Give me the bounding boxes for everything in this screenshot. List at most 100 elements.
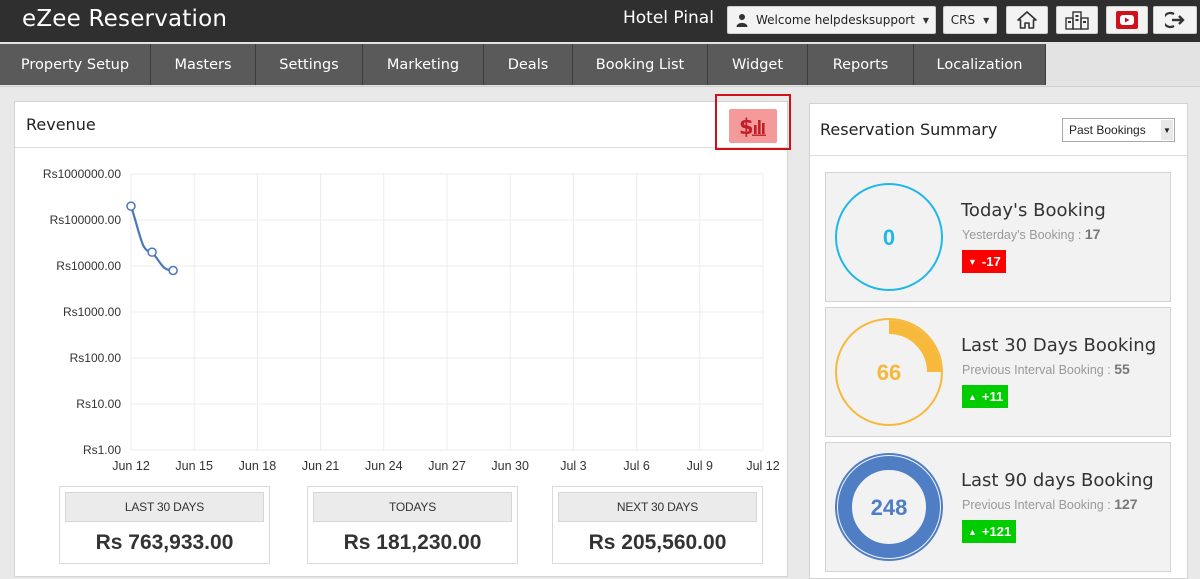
x-tick-label: Jul 3	[560, 459, 586, 473]
chevron-down-icon: ▼	[1161, 120, 1173, 140]
revenue-data-point	[147, 247, 157, 257]
stat-label: LAST 30 DAYS	[65, 492, 264, 522]
delta-value: +121	[981, 524, 1012, 539]
stat-todays: TODAYS Rs 181,230.00	[307, 486, 518, 564]
arrow-down-icon: ▼	[968, 256, 977, 267]
stat-label: TODAYS	[313, 492, 512, 522]
stat-value: Rs 181,230.00	[343, 531, 482, 554]
dollar-chart-icon: $	[739, 115, 766, 138]
booking-count: 66	[877, 360, 901, 385]
youtube-button[interactable]	[1106, 6, 1148, 34]
x-tick-label: Jun 24	[365, 459, 403, 473]
y-tick-label: Rs1000.00	[63, 305, 121, 319]
nav-widget[interactable]: Widget	[708, 44, 808, 85]
logout-button[interactable]	[1153, 6, 1197, 34]
user-icon	[736, 14, 748, 27]
svg-text:$: $	[739, 115, 754, 138]
arrow-up-icon: ▲	[968, 526, 977, 537]
revenue-title: Revenue	[26, 115, 96, 134]
home-button[interactable]	[1006, 6, 1048, 34]
stat-label: NEXT 30 DAYS	[558, 492, 757, 522]
nav-masters[interactable]: Masters	[151, 44, 256, 85]
delta-badge: ▼ -17	[962, 250, 1006, 273]
sub-label: Previous Interval Booking :	[962, 363, 1111, 377]
sub-label: Yesterday's Booking :	[962, 228, 1082, 242]
welcome-label: Welcome helpdesksupport	[756, 13, 915, 27]
logout-icon	[1165, 11, 1185, 29]
y-tick-label: Rs1000000.00	[43, 167, 121, 181]
delta-badge: ▲ +121	[962, 520, 1017, 543]
nav-reports[interactable]: Reports	[808, 44, 914, 85]
top-header: eZee Reservation Hotel Pinal Welcome hel…	[0, 0, 1200, 42]
crs-label: CRS	[950, 13, 976, 27]
y-tick-label: Rs100000.00	[50, 213, 122, 227]
nav-marketing[interactable]: Marketing	[363, 44, 484, 85]
x-tick-label: Jul 12	[746, 459, 779, 473]
sub-label: Previous Interval Booking :	[962, 498, 1111, 512]
x-tick-label: Jun 15	[175, 459, 213, 473]
card-subtitle: Yesterday's Booking : 17	[962, 226, 1100, 242]
sub-value: 55	[1114, 361, 1130, 377]
main-nav: Property Setup Masters Settings Marketin…	[0, 44, 1046, 85]
chevron-down-icon: ▼	[922, 15, 930, 25]
sub-value: 127	[1114, 496, 1138, 512]
card-subtitle: Previous Interval Booking : 55	[962, 361, 1130, 377]
nav-property-setup[interactable]: Property Setup	[0, 44, 151, 85]
stat-value: Rs 763,933.00	[95, 531, 234, 554]
last-30-days-card: 66 Last 30 Days Booking Previous Interva…	[825, 307, 1171, 437]
revenue-series-line	[129, 205, 174, 272]
youtube-icon	[1116, 11, 1138, 29]
todays-booking-card: 0 Today's Booking Yesterday's Booking : …	[825, 172, 1171, 302]
x-tick-label: Jul 9	[687, 459, 713, 473]
revenue-toggle-button[interactable]: $	[729, 109, 777, 143]
y-tick-label: Rs1.00	[83, 443, 121, 457]
crs-dropdown[interactable]: CRS ▼	[943, 6, 997, 34]
stat-next-30-days: NEXT 30 DAYS Rs 205,560.00	[552, 486, 763, 564]
revenue-chart: Rs1000000.00 Rs100000.00 Rs10000.00 Rs1000.…	[43, 167, 780, 473]
arrow-up-icon: ▲	[968, 391, 977, 402]
stat-last-30-days: LAST 30 DAYS Rs 763,933.00	[59, 486, 270, 564]
chevron-down-icon: ▼	[983, 15, 990, 25]
summary-header: Reservation Summary Past Bookings ▼	[810, 104, 1187, 156]
card-title: Last 90 days Booking	[961, 470, 1154, 491]
sub-value: 17	[1084, 226, 1101, 242]
nav-deals[interactable]: Deals	[484, 44, 573, 85]
card-subtitle: Previous Interval Booking : 127	[962, 496, 1138, 512]
booking-count: 0	[883, 225, 895, 250]
y-tick-label: Rs10000.00	[56, 259, 121, 273]
revenue-data-point	[126, 201, 136, 211]
nav-settings[interactable]: Settings	[256, 44, 363, 85]
x-tick-label: Jun 12	[112, 459, 150, 473]
last-90-days-card: 248 Last 90 days Booking Previous Interv…	[825, 442, 1171, 572]
hotel-name: Hotel Pinal	[623, 8, 714, 28]
properties-button[interactable]	[1056, 6, 1098, 34]
x-tick-label: Jun 30	[491, 459, 529, 473]
booking-ring: 66	[835, 318, 943, 426]
revenue-header: Revenue $	[15, 94, 791, 150]
booking-ring: 248	[835, 453, 943, 561]
delta-value: -17	[981, 254, 1001, 269]
booking-ring: 0	[835, 183, 943, 291]
reservation-summary-panel: Reservation Summary Past Bookings ▼ 0 To…	[809, 103, 1188, 579]
summary-title: Reservation Summary	[820, 120, 998, 139]
booking-period-select[interactable]: Past Bookings ▼	[1062, 118, 1175, 142]
revenue-data-point	[168, 265, 178, 276]
home-icon	[1017, 11, 1037, 29]
x-tick-label: Jun 18	[239, 459, 277, 473]
revenue-panel: Revenue $ Rs1000000.00 Rs100000.00 Rs10000…	[14, 94, 791, 577]
y-tick-label: Rs10.00	[76, 397, 121, 411]
x-tick-label: Jul 6	[623, 459, 649, 473]
stat-value: Rs 205,560.00	[588, 531, 727, 554]
booking-count: 248	[871, 495, 908, 520]
nav-booking-list[interactable]: Booking List	[573, 44, 708, 85]
delta-value: +11	[981, 389, 1004, 404]
card-title: Today's Booking	[961, 200, 1106, 221]
select-value: Past Bookings	[1069, 123, 1146, 137]
y-tick-label: Rs100.00	[70, 351, 122, 365]
nav-localization[interactable]: Localization	[914, 44, 1046, 85]
x-tick-label: Jun 27	[428, 459, 466, 473]
welcome-user-dropdown[interactable]: Welcome helpdesksupport ▼	[727, 6, 936, 34]
hotels-icon	[1065, 11, 1089, 30]
app-brand[interactable]: eZee Reservation	[22, 6, 227, 32]
x-tick-label: Jun 21	[302, 459, 340, 473]
